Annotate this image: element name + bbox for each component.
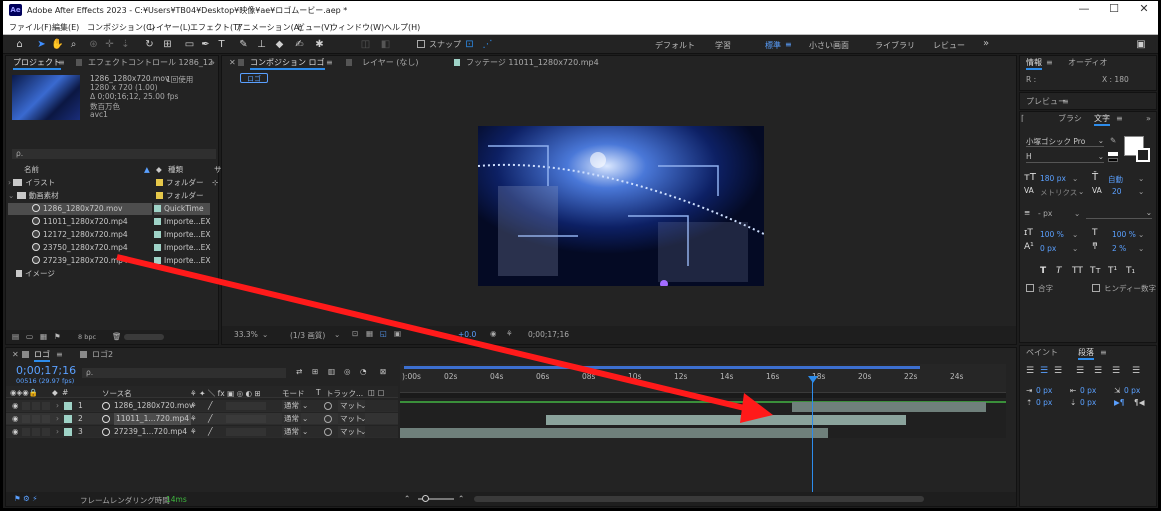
- ae-window: Ae Adobe After Effects 2023 - C:¥Users¥T…: [3, 1, 1158, 508]
- arrow-head-icon: [740, 393, 773, 423]
- arrow-shaft: [116, 254, 758, 414]
- annotation-arrow: [116, 254, 773, 423]
